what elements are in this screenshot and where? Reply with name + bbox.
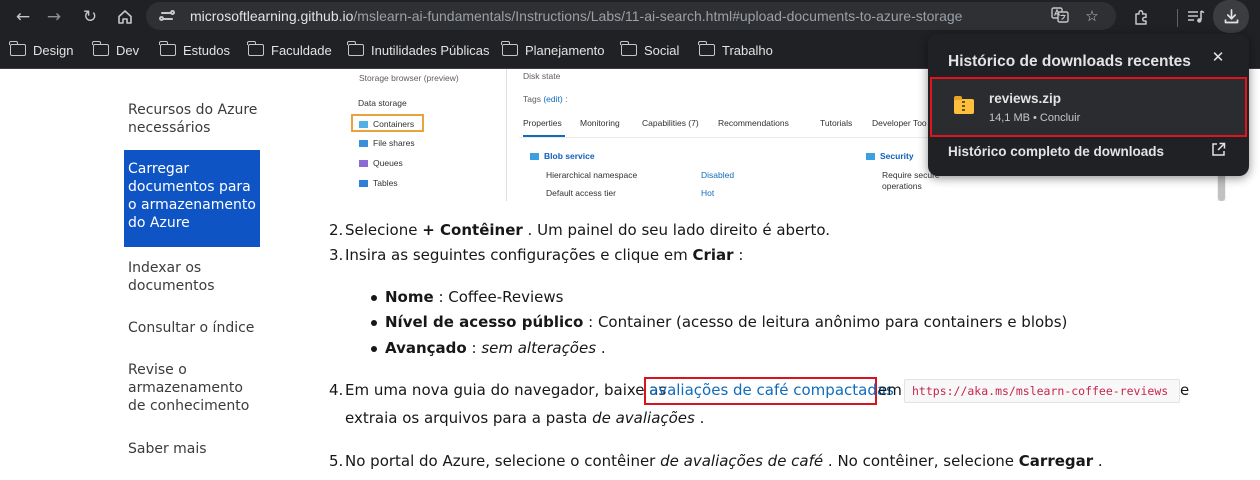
tab-capabilities: Capabilities (7): [642, 118, 699, 128]
bookmark-folder-trabalho[interactable]: Trabalho: [698, 41, 773, 61]
setting-access-level: Nível de acesso público : Container (ace…: [385, 313, 1068, 331]
toc-item-carregar[interactable]: Carregar documentos para o armazenamento…: [124, 150, 260, 247]
step-3-text: Insira as seguintes configurações e cliq…: [345, 246, 744, 264]
bookmark-folder-estudos[interactable]: Estudos: [159, 41, 230, 61]
folder-icon: [92, 41, 109, 56]
step-number: 5.: [329, 452, 344, 470]
bullet: [371, 295, 377, 301]
bookmark-folder-inutilidades[interactable]: Inutilidades Públicas: [347, 41, 490, 61]
puzzle-icon[interactable]: [1128, 4, 1154, 30]
tab-monitoring: Monitoring: [580, 118, 620, 128]
default-access-tier-value: Hot: [701, 188, 715, 198]
containers-link: Containers: [359, 119, 414, 129]
step-4-line-2: extraia os arquivos para a pasta de aval…: [345, 409, 705, 427]
blob-service-icon: [530, 153, 539, 160]
queues-link: Queues: [359, 158, 403, 168]
download-file-meta: 14,1 MB • Concluir: [989, 112, 1081, 124]
toc-item-recursos[interactable]: Recursos do Azure necessários: [128, 101, 258, 137]
forward-icon[interactable]: →: [41, 4, 67, 30]
toc-item-indexar[interactable]: Indexar os documentos: [128, 259, 258, 295]
tab-properties: Properties: [523, 118, 562, 128]
bookmark-folder-design[interactable]: Design: [9, 41, 73, 61]
translate-icon[interactable]: [1050, 6, 1070, 26]
coffee-reviews-download-link[interactable]: avaliações de café compactadas: [649, 381, 894, 399]
reload-icon[interactable]: ↻: [77, 4, 103, 30]
step-number: 3.: [329, 246, 344, 264]
url-text[interactable]: microsoftlearning.github.io/mslearn-ai-f…: [190, 8, 962, 24]
address-bar[interactable]: microsoftlearning.github.io/mslearn-ai-f…: [146, 2, 1116, 30]
tables-link: Tables: [359, 178, 398, 188]
operations-label: operations: [882, 181, 922, 191]
open-in-new-icon[interactable]: [1208, 142, 1228, 162]
folder-icon: [620, 41, 637, 56]
step-5-text: No portal do Azure, selecione o contêine…: [345, 452, 1103, 470]
default-access-tier-label: Default access tier: [546, 188, 616, 198]
tab-tutorials: Tutorials: [820, 118, 853, 128]
step-number: 2.: [329, 221, 344, 239]
table-of-contents: Recursos do Azure necessários Carregar d…: [0, 70, 300, 480]
close-icon[interactable]: ✕: [1208, 48, 1228, 68]
bookmark-folder-faculdade[interactable]: Faculdade: [247, 41, 332, 61]
step-4-text: Em uma nova guia do navegador, baixe as: [345, 381, 667, 399]
folder-icon: [9, 41, 26, 56]
coffee-reviews-url-code[interactable]: https://aka.ms/mslearn-coffee-reviews: [904, 379, 1180, 403]
toc-item-saber-mais[interactable]: Saber mais: [128, 440, 258, 458]
folder-icon: [159, 41, 176, 56]
media-controls-icon[interactable]: [1183, 4, 1209, 30]
tune-icon[interactable]: [159, 8, 175, 24]
step-4-tail: e: [1180, 381, 1190, 399]
setting-advanced: Avançado : sem alterações .: [385, 339, 606, 357]
toc-item-revise[interactable]: Revise o armazenamento de conhecimento: [128, 361, 258, 415]
shield-icon: [866, 153, 875, 160]
setting-name: Nome : Coffee-Reviews: [385, 288, 564, 306]
browser-toolbar: ← → ↻ microsoftlearning.github.io/mslear…: [0, 0, 1260, 33]
storage-browser-label: Storage browser (preview): [359, 73, 459, 83]
downloads-popup-title: Histórico de downloads recentes: [948, 53, 1191, 70]
bullet: [371, 320, 377, 326]
step-number: 4.: [329, 381, 344, 399]
table-icon: [359, 180, 368, 187]
folder-icon: [347, 41, 364, 56]
bullet: [371, 346, 377, 352]
file-shares-link: File shares: [359, 138, 415, 148]
tags-row: Tags (edit) :: [523, 94, 568, 104]
step-4-connector: em: [878, 381, 902, 399]
back-icon[interactable]: ←: [10, 4, 36, 30]
blob-service-heading: Blob service: [530, 151, 595, 161]
download-file-name[interactable]: reviews.zip: [989, 91, 1061, 106]
step-2-text: Selecione + Contêiner . Um painel do seu…: [345, 221, 831, 239]
tab-developer-tools: Developer Too: [872, 118, 927, 128]
folder-icon: [501, 41, 518, 56]
toc-item-consultar[interactable]: Consultar o índice: [128, 319, 258, 337]
disk-state-label: Disk state: [523, 71, 561, 81]
tab-recommendations: Recommendations: [718, 118, 789, 128]
bookmark-folder-dev[interactable]: Dev: [92, 41, 139, 61]
data-storage-heading: Data storage: [358, 98, 407, 108]
full-download-history-link[interactable]: Histórico completo de downloads: [948, 144, 1164, 159]
security-heading: Security: [866, 151, 914, 161]
folder-icon: [698, 41, 715, 56]
downloads-popup: Histórico de downloads recentes ✕ review…: [928, 34, 1249, 176]
bookmark-folder-planejamento[interactable]: Planejamento: [501, 41, 605, 61]
star-icon[interactable]: ☆: [1082, 6, 1102, 26]
container-icon: [359, 121, 368, 128]
download-icon[interactable]: [1213, 0, 1249, 33]
bookmark-folder-social[interactable]: Social: [620, 41, 679, 61]
home-icon[interactable]: [112, 4, 138, 30]
portal-divider: [506, 69, 507, 201]
folder-icon: [247, 41, 264, 56]
zip-folder-icon: [954, 96, 974, 114]
hierarchical-namespace-label: Hierarchical namespace: [546, 170, 638, 180]
hierarchical-namespace-value: Disabled: [701, 170, 735, 180]
file-share-icon: [359, 140, 368, 147]
queue-icon: [359, 160, 368, 167]
download-item[interactable]: reviews.zip 14,1 MB • Concluir: [930, 77, 1247, 137]
